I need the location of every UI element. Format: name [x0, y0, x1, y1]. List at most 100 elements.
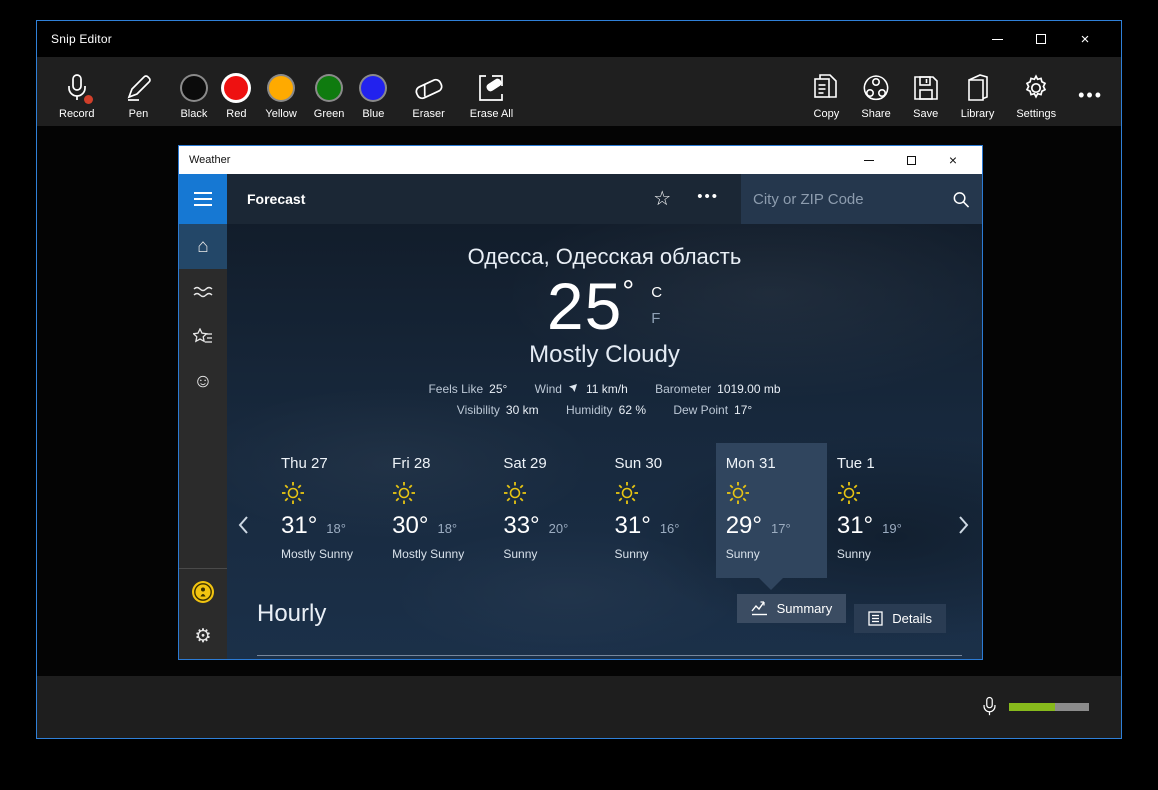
save-icon [913, 73, 939, 103]
details-row-1: Feels Like25° Wind11 km/h Barometer1019.… [227, 379, 982, 400]
share-label: Share [861, 108, 890, 120]
color-green-label: Green [314, 108, 345, 120]
snip-statusbar [37, 676, 1121, 738]
copy-button[interactable]: Copy [813, 64, 839, 120]
sidebar-item-places[interactable] [179, 314, 227, 359]
weather-maximize-button[interactable] [890, 148, 932, 172]
wind: Wind11 km/h [535, 382, 628, 396]
black-swatch-icon [182, 76, 206, 100]
settings-button[interactable]: Settings [1016, 64, 1056, 120]
sunny-icon [726, 481, 827, 505]
day-card[interactable]: Thu 27 31°18° Mostly Sunny [271, 443, 382, 578]
fahrenheit-toggle[interactable]: F [651, 310, 662, 327]
maximize-button[interactable] [1019, 24, 1063, 54]
color-green-button[interactable]: Green [314, 64, 345, 120]
pen-button[interactable]: Pen [123, 64, 153, 120]
sidebar-item-settings[interactable]: ⚙ [179, 614, 227, 659]
nav-more-icon[interactable]: ••• [697, 188, 719, 205]
search-input[interactable] [753, 191, 952, 208]
color-red-label: Red [226, 108, 246, 120]
day-card[interactable]: Fri 28 30°18° Mostly Sunny [382, 443, 493, 578]
settings-gear-icon [1021, 73, 1051, 103]
eraser-label: Eraser [412, 108, 444, 120]
summary-button[interactable]: Summary [737, 594, 847, 623]
microphone-icon [982, 696, 997, 718]
color-yellow-button[interactable]: Yellow [265, 64, 296, 120]
day-card[interactable]: Tue 1 31°19° Sunny [827, 443, 938, 578]
feels-like: Feels Like25° [428, 382, 507, 396]
weather-close-button[interactable]: × [932, 148, 974, 172]
share-button[interactable]: Share [861, 64, 890, 120]
hamburger-menu-button[interactable] [179, 174, 227, 224]
save-label: Save [913, 108, 938, 120]
window-title: Snip Editor [51, 32, 112, 46]
snip-canvas[interactable]: Weather × Forecast ☆ ••• [37, 126, 1121, 676]
close-button[interactable]: × [1063, 24, 1107, 54]
wind-direction-icon [568, 383, 578, 393]
favorite-star-icon[interactable]: ☆ [653, 189, 671, 209]
weather-minimize-button[interactable] [848, 148, 890, 172]
page-title: Forecast [247, 191, 305, 207]
color-red-button[interactable]: Red [224, 64, 248, 120]
erase-all-label: Erase All [470, 108, 513, 120]
home-icon: ⌂ [197, 237, 208, 256]
toolbar-left-group: Record Pen Black Red [59, 64, 513, 120]
library-icon [966, 73, 990, 103]
microphone-icon [66, 73, 88, 103]
weather-titlebar: Weather × [179, 146, 982, 174]
sidebar-item-feedback[interactable]: ☺ [179, 359, 227, 404]
toolbar-right-group: Copy Share [813, 64, 1103, 120]
color-blue-button[interactable]: Blue [361, 64, 385, 120]
share-icon [862, 73, 890, 103]
day-card-selected[interactable]: Mon 31 29°17° Sunny [716, 443, 827, 578]
coin-ad-icon [191, 580, 215, 604]
day-card[interactable]: Sun 30 31°16° Sunny [605, 443, 716, 578]
weather-navbar: Forecast ☆ ••• [179, 174, 982, 224]
record-label: Record [59, 108, 94, 120]
erase-all-icon [476, 73, 506, 103]
history-chart-icon [193, 284, 213, 300]
mic-level-fill [1009, 703, 1055, 711]
hourly-section-header: Hourly Summary Details [227, 594, 982, 633]
maximize-icon [1036, 34, 1046, 44]
more-button[interactable]: ••• [1078, 64, 1103, 120]
weather-main: Одесса, Одесская область 25° C F Mostly … [227, 224, 982, 659]
color-yellow-label: Yellow [265, 108, 296, 120]
snip-editor-window: Snip Editor × Record [36, 20, 1122, 739]
previous-days-chevron[interactable] [237, 515, 249, 535]
list-icon [868, 611, 883, 626]
weather-window: Weather × Forecast ☆ ••• [178, 145, 983, 660]
humidity: Humidity62 % [566, 403, 646, 417]
current-temperature: 25° C F [227, 272, 982, 341]
dew-point: Dew Point17° [673, 403, 752, 417]
pen-icon [123, 73, 153, 103]
red-swatch-icon [224, 76, 248, 100]
hamburger-icon [194, 192, 212, 194]
sidebar-item-home[interactable]: ⌂ [179, 224, 227, 269]
search-box[interactable] [741, 174, 982, 224]
day-card[interactable]: Sat 29 33°20° Sunny [493, 443, 604, 578]
snip-titlebar: Snip Editor × [37, 21, 1121, 57]
window-controls: × [975, 24, 1107, 54]
next-days-chevron[interactable] [958, 515, 970, 535]
library-button[interactable]: Library [961, 64, 995, 120]
sunny-icon [615, 481, 716, 505]
minimize-icon [864, 160, 874, 161]
sidebar-item-remove-ads[interactable] [179, 569, 227, 614]
sidebar-item-history[interactable] [179, 269, 227, 314]
weather-sidebar: ⌂ ☺ [179, 224, 227, 659]
more-dots-icon: ••• [1078, 85, 1103, 120]
line-chart-icon [751, 601, 768, 616]
erase-all-button[interactable]: Erase All [470, 64, 513, 120]
copy-label: Copy [814, 108, 840, 120]
color-black-button[interactable]: Black [180, 64, 207, 120]
minimize-button[interactable] [975, 24, 1019, 54]
record-button[interactable]: Record [59, 64, 94, 120]
eraser-button[interactable]: Eraser [412, 64, 444, 120]
details-button[interactable]: Details [854, 604, 946, 633]
close-icon: × [1081, 32, 1090, 47]
search-icon [952, 190, 970, 209]
details-row-2: Visibility30 km Humidity62 % Dew Point17… [227, 400, 982, 421]
celsius-toggle[interactable]: C [651, 284, 662, 301]
save-button[interactable]: Save [913, 64, 939, 120]
